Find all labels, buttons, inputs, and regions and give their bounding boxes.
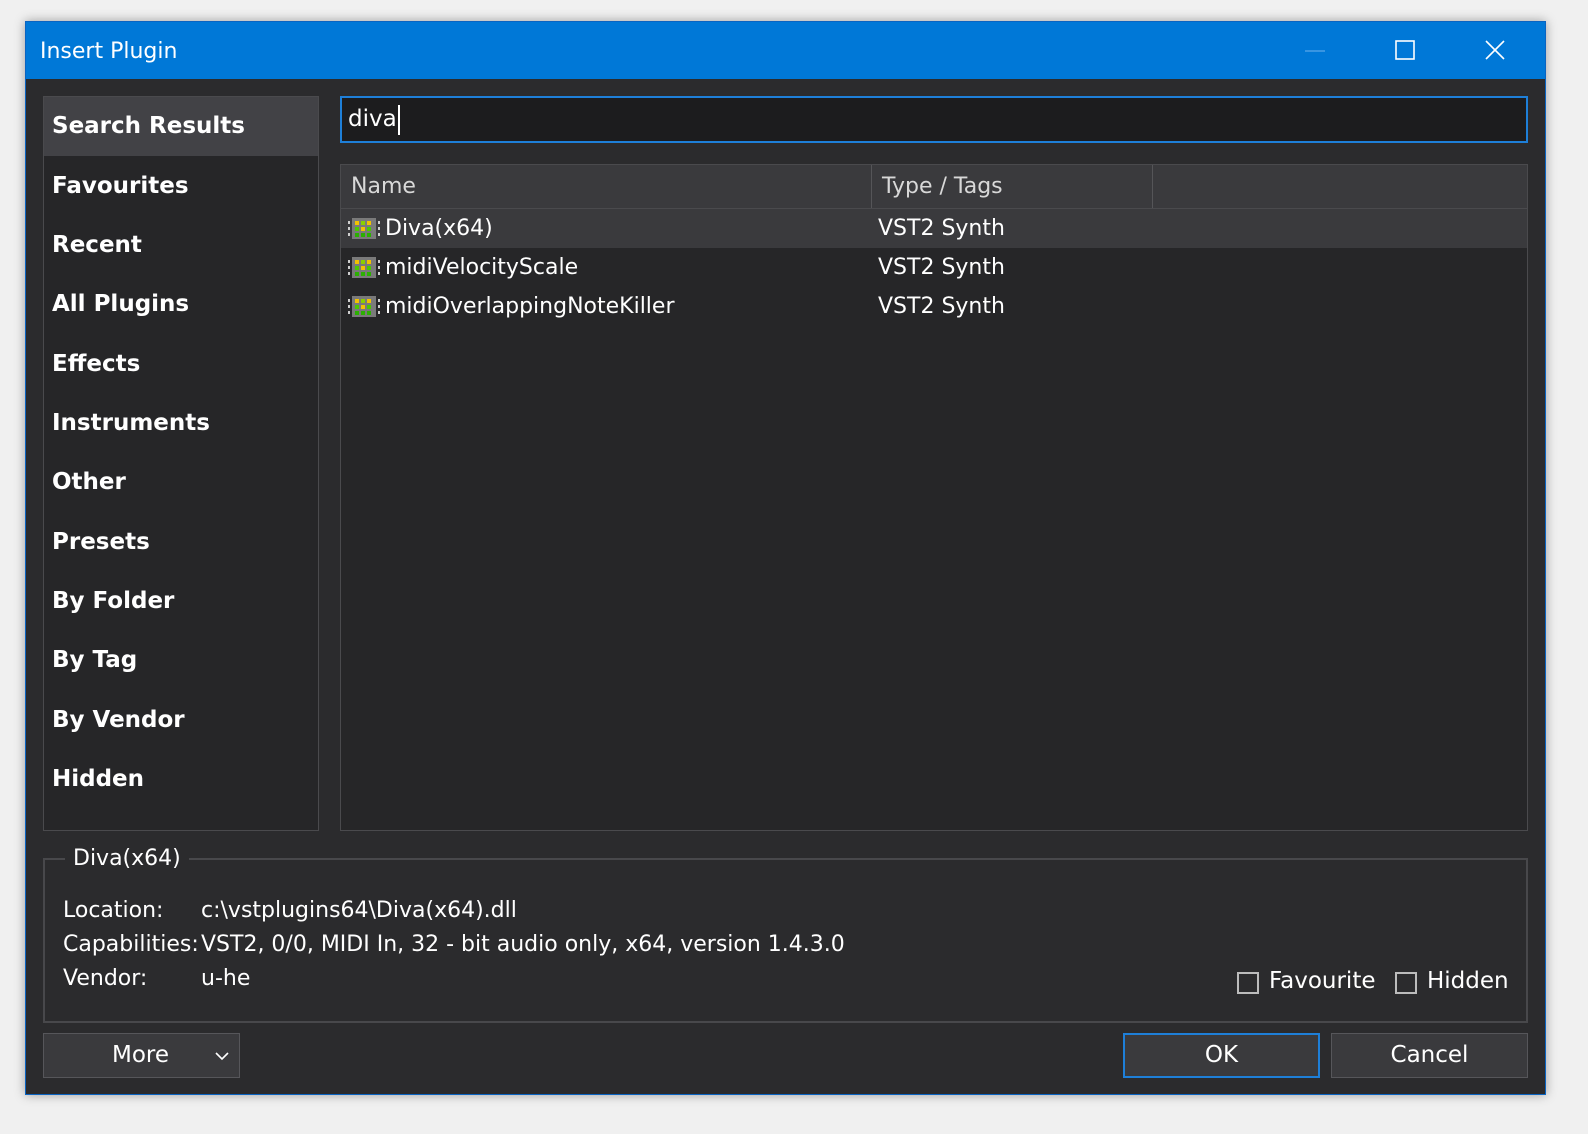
sidebar-item-other[interactable]: Other bbox=[44, 453, 318, 512]
table-row[interactable]: midiVelocityScale VST2 Synth bbox=[341, 248, 1527, 287]
sidebar-item-favourites[interactable]: Favourites bbox=[44, 157, 318, 216]
sidebar-item-instruments[interactable]: Instruments bbox=[44, 394, 318, 453]
minimize-button[interactable] bbox=[1270, 22, 1360, 79]
close-button[interactable] bbox=[1450, 22, 1540, 79]
insert-plugin-dialog: Insert Plugin Search Results Favourites … bbox=[25, 21, 1546, 1095]
more-button-label: More bbox=[112, 1042, 170, 1068]
maximize-button[interactable] bbox=[1360, 22, 1450, 79]
sidebar-item-effects[interactable]: Effects bbox=[44, 335, 318, 394]
sidebar-item-by-folder[interactable]: By Folder bbox=[44, 572, 318, 631]
vendor-value: u-he bbox=[201, 966, 251, 991]
column-header-empty[interactable] bbox=[1153, 165, 1527, 208]
sidebar-item-hidden[interactable]: Hidden bbox=[44, 750, 318, 809]
more-button[interactable]: More bbox=[43, 1033, 240, 1078]
plugin-name: midiOverlappingNoteKiller bbox=[385, 294, 675, 319]
hidden-checkbox[interactable] bbox=[1395, 972, 1417, 994]
plugin-icon bbox=[348, 257, 380, 278]
window-title: Insert Plugin bbox=[40, 39, 178, 64]
capabilities-label: Capabilities: bbox=[63, 932, 199, 957]
sidebar-item-by-vendor[interactable]: By Vendor bbox=[44, 691, 318, 750]
plugin-name: Diva(x64) bbox=[385, 216, 493, 241]
details-title: Diva(x64) bbox=[65, 844, 189, 874]
plugin-details-group: Diva(x64) Location: c:\vstplugins64\Diva… bbox=[43, 844, 1528, 1023]
maximize-icon bbox=[1395, 40, 1415, 60]
plugin-type: VST2 Synth bbox=[878, 216, 1005, 241]
text-caret bbox=[397, 104, 400, 135]
sidebar-item-search-results[interactable]: Search Results bbox=[44, 97, 318, 156]
plugin-type: VST2 Synth bbox=[878, 294, 1005, 319]
column-header-name[interactable]: Name bbox=[341, 165, 872, 208]
sidebar-item-all-plugins[interactable]: All Plugins bbox=[44, 275, 318, 334]
table-row[interactable]: midiOverlappingNoteKiller VST2 Synth bbox=[341, 287, 1527, 326]
title-bar: Insert Plugin bbox=[26, 22, 1545, 79]
search-input[interactable]: diva bbox=[340, 96, 1528, 143]
favourite-label[interactable]: Favourite bbox=[1269, 968, 1376, 994]
plugin-icon bbox=[348, 296, 380, 317]
location-label: Location: bbox=[63, 898, 164, 923]
plugin-name: midiVelocityScale bbox=[385, 255, 579, 280]
list-header: Name Type / Tags bbox=[341, 165, 1527, 209]
table-row[interactable]: Diva(x64) VST2 Synth bbox=[341, 209, 1527, 248]
search-input-text: diva bbox=[348, 106, 397, 132]
sidebar-item-recent[interactable]: Recent bbox=[44, 216, 318, 275]
vendor-label: Vendor: bbox=[63, 966, 148, 991]
location-value: c:\vstplugins64\Diva(x64).dll bbox=[201, 898, 517, 923]
minimize-icon bbox=[1305, 50, 1325, 52]
sidebar-item-presets[interactable]: Presets bbox=[44, 513, 318, 572]
ok-button[interactable]: OK bbox=[1123, 1033, 1320, 1078]
plugin-list: Name Type / Tags Diva(x64) VST2 Synth mi… bbox=[340, 164, 1528, 831]
plugin-icon bbox=[348, 218, 380, 239]
capabilities-value: VST2, 0/0, MIDI In, 32 - bit audio only,… bbox=[201, 932, 845, 957]
plugin-type: VST2 Synth bbox=[878, 255, 1005, 280]
category-sidebar: Search Results Favourites Recent All Plu… bbox=[43, 96, 319, 831]
favourite-checkbox[interactable] bbox=[1237, 972, 1259, 994]
cancel-button[interactable]: Cancel bbox=[1331, 1033, 1528, 1078]
chevron-down-icon bbox=[215, 1052, 229, 1061]
sidebar-item-by-tag[interactable]: By Tag bbox=[44, 631, 318, 690]
close-icon bbox=[1485, 40, 1505, 60]
hidden-label[interactable]: Hidden bbox=[1427, 968, 1509, 994]
column-header-type-tags[interactable]: Type / Tags bbox=[872, 165, 1153, 208]
